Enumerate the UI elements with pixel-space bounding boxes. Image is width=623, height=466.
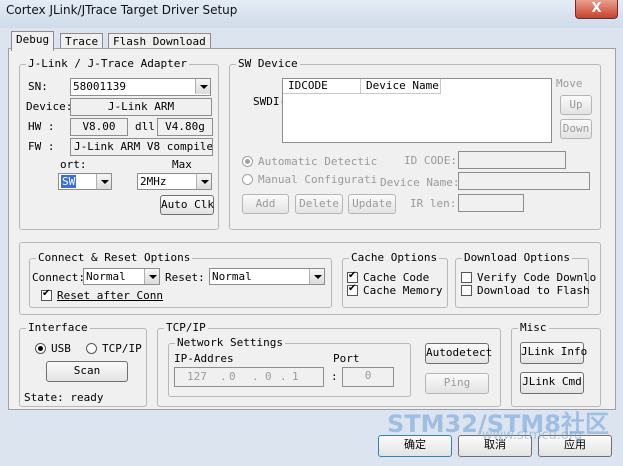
move-label: Move <box>556 77 583 90</box>
auto-detect-label: Automatic Detectic <box>258 155 378 168</box>
chevron-down-icon[interactable] <box>195 79 210 94</box>
sn-select[interactable]: 58001139 <box>70 78 211 96</box>
cache-code-checkbox[interactable] <box>347 270 358 283</box>
dll-label: dll <box>135 120 155 133</box>
download-to-flash-label: Download to Flash <box>477 284 590 297</box>
usb-radio[interactable] <box>35 343 46 354</box>
ip-part-3: 0 <box>265 370 272 383</box>
port-select[interactable]: SW <box>58 173 112 190</box>
connect-value: Normal <box>86 270 126 283</box>
move-up-button[interactable]: Up <box>560 95 592 115</box>
fw-label: FW : <box>28 140 55 153</box>
connect-reset-title: Connect & Reset Options <box>36 251 193 264</box>
sw-device-group-title: SW Device <box>236 57 300 70</box>
dll-field: V4.80g <box>157 118 213 136</box>
interface-title: Interface <box>26 321 90 334</box>
misc-title: Misc <box>518 321 549 334</box>
connect-label: Connect: <box>32 271 85 284</box>
device-label: Device: <box>26 100 73 113</box>
reset-label: Reset: <box>165 271 205 284</box>
chevron-down-icon[interactable] <box>309 269 324 284</box>
add-button[interactable]: Add <box>242 194 289 214</box>
move-down-button[interactable]: Down <box>560 119 592 139</box>
port-label: ort: <box>60 158 87 171</box>
manual-config-radio[interactable] <box>242 174 253 185</box>
tcpip-title: TCP/IP <box>164 321 208 334</box>
jlink-info-button[interactable]: JLink Info <box>520 342 587 364</box>
id-code-label: ID CODE: <box>404 154 457 167</box>
column-idcode[interactable]: IDCODE <box>283 79 361 94</box>
hw-field: V8.00 <box>70 118 128 136</box>
max-clock-select[interactable]: 2MHz <box>137 173 212 190</box>
sw-device-list[interactable]: IDCODE Device Name <box>282 78 552 143</box>
chevron-down-icon[interactable] <box>196 174 211 189</box>
chevron-down-icon[interactable] <box>96 174 111 189</box>
cache-memory-label: Cache Memory <box>363 284 443 297</box>
tab-trace-label: Trace <box>65 35 99 48</box>
cache-memory-checkbox[interactable] <box>347 283 358 296</box>
tcpip-radio-label: TCP/IP <box>102 342 142 355</box>
verify-download-checkbox[interactable] <box>461 272 472 283</box>
delete-button[interactable]: Delete <box>295 194 343 214</box>
close-icon[interactable]: X <box>575 0 618 19</box>
autodetect-button[interactable]: Autodetect <box>425 343 492 364</box>
id-code-field[interactable] <box>458 151 566 169</box>
download-to-flash-checkbox[interactable] <box>461 285 472 296</box>
reset-select[interactable]: Normal <box>209 268 325 285</box>
device-name-label: Device Name: <box>380 176 460 189</box>
hw-label: HW : <box>28 120 55 133</box>
title-bar: Cortex JLink/JTrace Target Driver Setup … <box>0 0 623 28</box>
ip-part-1: 127 <box>187 370 207 383</box>
ip-address-label: IP-Addres <box>174 352 234 365</box>
misc-group: Misc <box>511 321 601 407</box>
fw-field: J-Link ARM V8 compiled J <box>70 138 213 156</box>
ping-button[interactable]: Ping <box>425 373 489 394</box>
reset-after-connect-checkbox[interactable] <box>41 288 52 301</box>
max-clock-value: 2MHz <box>140 175 167 188</box>
ip-part-2: 0 <box>229 370 236 383</box>
reset-value: Normal <box>212 270 252 283</box>
window-title: Cortex JLink/JTrace Target Driver Setup <box>6 3 238 17</box>
max-clock-label: Max <box>172 158 192 171</box>
scan-button[interactable]: Scan <box>46 361 128 382</box>
connect-select[interactable]: Normal <box>83 268 160 285</box>
ir-len-label: IR len: <box>410 197 457 210</box>
jlink-group-title: J-Link / J-Trace Adapter <box>26 57 189 70</box>
tab-debug-label: Debug <box>16 33 50 46</box>
auto-detect-radio[interactable] <box>242 156 253 167</box>
sn-value: 58001139 <box>73 80 126 93</box>
chevron-down-icon[interactable] <box>144 269 159 284</box>
port-field[interactable]: 0 <box>342 367 394 387</box>
cache-code-label: Cache Code <box>363 271 430 284</box>
jlink-cmd-button[interactable]: JLink Cmd <box>520 372 584 394</box>
usb-label: USB <box>51 342 71 355</box>
watermark-url: www.stmcu.org <box>482 428 583 443</box>
column-device-name[interactable]: Device Name <box>361 79 441 94</box>
tcpip-radio[interactable] <box>86 343 97 354</box>
device-field: J-Link ARM <box>70 98 212 116</box>
device-name-field[interactable] <box>458 172 590 190</box>
ip-part-4: 1 <box>292 370 299 383</box>
sn-label: SN: <box>28 80 48 93</box>
ip-address-field[interactable]: 127 . 0 . 0 . 1 <box>174 367 324 387</box>
cache-options-title: Cache Options <box>349 251 440 264</box>
manual-config-label: Manual Configurati <box>258 173 378 186</box>
port-value: SW <box>61 175 77 188</box>
verify-download-label: Verify Code Downlo <box>477 271 597 284</box>
auto-clk-button[interactable]: Auto Clk <box>160 195 214 215</box>
tab-debug[interactable]: Debug <box>11 31 55 51</box>
network-settings-title: Network Settings <box>175 336 285 349</box>
port-number-label: Port <box>333 352 360 365</box>
tab-flash-download-label: Flash Download <box>113 35 206 48</box>
reset-after-connect-label: Reset after Conn <box>57 289 163 302</box>
state-label: State: ready <box>24 391 104 404</box>
update-button[interactable]: Update <box>348 194 396 214</box>
download-options-title: Download Options <box>462 251 572 264</box>
ir-len-field[interactable] <box>458 194 524 212</box>
